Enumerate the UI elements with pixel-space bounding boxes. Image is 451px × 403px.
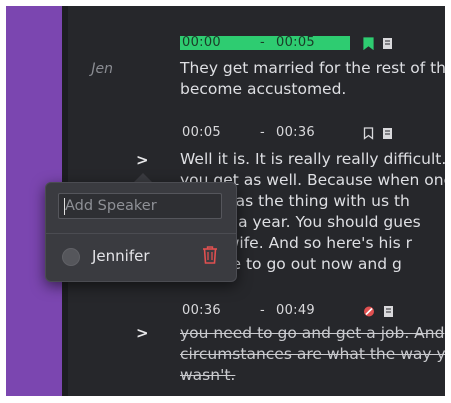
note-icon[interactable] bbox=[382, 37, 393, 50]
start-time: 00:00 bbox=[182, 35, 221, 50]
text-line: you need to go and get a job. And bbox=[180, 324, 445, 342]
trash-icon[interactable] bbox=[201, 245, 219, 265]
bookmark-outline-icon[interactable] bbox=[363, 127, 374, 140]
text-line: They get married for the rest of th bbox=[180, 59, 445, 77]
text-line: Well it is. It is really really difficul… bbox=[180, 150, 445, 168]
end-time: 00:36 bbox=[276, 125, 315, 140]
speaker-option[interactable]: Jennifer bbox=[46, 234, 236, 280]
speaker-dropdown-chevron[interactable]: > bbox=[136, 151, 149, 169]
speaker-option-label: Jennifer bbox=[92, 247, 150, 265]
speaker-dropdown-chevron[interactable]: > bbox=[136, 324, 149, 342]
note-icon[interactable] bbox=[382, 127, 393, 140]
add-speaker-input[interactable] bbox=[58, 193, 222, 219]
start-time: 00:36 bbox=[182, 303, 221, 318]
segment-3-timecode[interactable]: 00:36 - 00:49 bbox=[180, 303, 350, 318]
segment-2-timecode[interactable]: 00:05 - 00:36 bbox=[180, 125, 350, 140]
text-line: become accustomed. bbox=[180, 80, 347, 98]
text-line: circumstances are what the way y bbox=[180, 345, 445, 363]
text-caret bbox=[64, 198, 65, 215]
bookmark-icon[interactable] bbox=[363, 37, 374, 50]
start-time: 00:05 bbox=[182, 125, 221, 140]
end-time: 00:05 bbox=[276, 35, 315, 50]
text-line: wasn't. bbox=[180, 366, 236, 384]
popover-arrow bbox=[134, 173, 152, 182]
blocked-icon[interactable] bbox=[363, 305, 375, 318]
end-time: 00:49 bbox=[276, 303, 315, 318]
note-icon[interactable] bbox=[383, 305, 394, 318]
speaker-label[interactable]: Jen bbox=[73, 61, 113, 77]
speaker-popover: Jennifer bbox=[45, 182, 237, 282]
time-separator: - bbox=[260, 125, 265, 140]
radio-button[interactable] bbox=[62, 248, 80, 266]
segment-text[interactable]: They get married for the rest of th beco… bbox=[180, 58, 445, 100]
time-separator: - bbox=[260, 35, 265, 50]
segment-1-timecode[interactable]: 00:00 - 00:05 bbox=[180, 35, 350, 50]
time-separator: - bbox=[260, 303, 265, 318]
segment-text-struck[interactable]: you need to go and get a job. And circum… bbox=[180, 323, 445, 386]
